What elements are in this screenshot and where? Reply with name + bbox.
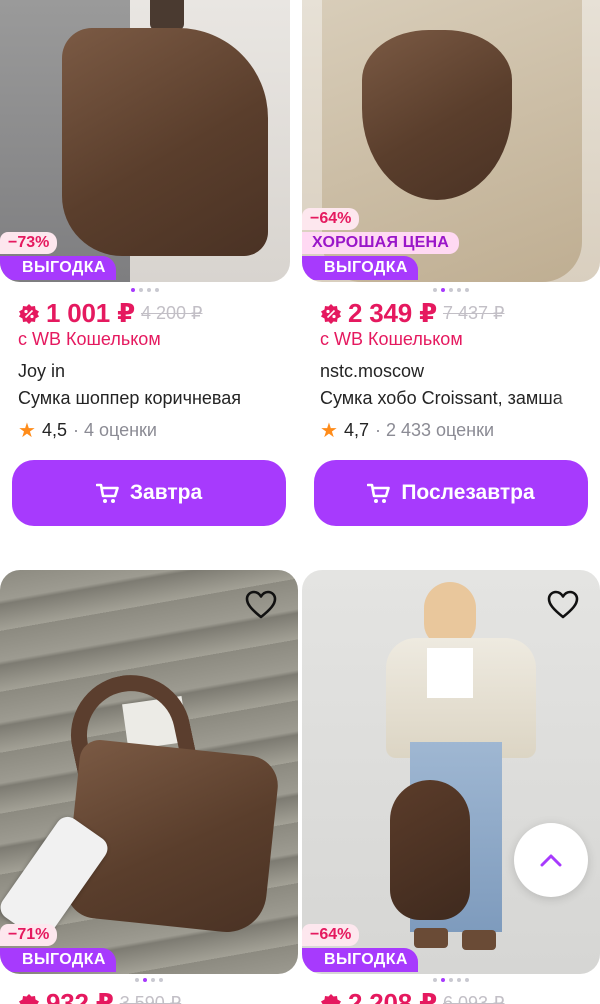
discount-badge: −71% bbox=[0, 924, 58, 946]
discount-badge: −73% bbox=[0, 232, 58, 254]
brand-name[interactable]: Joy in bbox=[18, 361, 65, 382]
price-row: 932 ₽ 3 590 ₽ bbox=[18, 988, 181, 1004]
star-icon: ★ bbox=[18, 420, 36, 442]
product-image[interactable]: −64% ВЫГОДКА bbox=[302, 570, 600, 974]
chevron-up-icon bbox=[540, 854, 562, 867]
promo-badge: ВЫГОДКА bbox=[0, 256, 116, 280]
cart-icon bbox=[367, 483, 391, 503]
current-price: 1 001 ₽ bbox=[46, 298, 135, 328]
product-title[interactable]: Сумка шоппер коричневая bbox=[18, 388, 283, 409]
badges: −64% ХОРОШАЯ ЦЕНА ВЫГОДКА bbox=[302, 208, 460, 280]
delivery-label: Завтра bbox=[129, 481, 203, 504]
rating: ★ 4,5 · 4 оценки bbox=[18, 418, 157, 443]
wallet-note: с WB Кошельком bbox=[320, 329, 463, 349]
product-image[interactable]: −71% ВЫГОДКА bbox=[0, 570, 298, 974]
image-pagination bbox=[433, 978, 469, 982]
delivery-label: Послезавтра bbox=[401, 481, 535, 504]
price-row: 1 001 ₽ 4 200 ₽ bbox=[18, 298, 202, 329]
product-card[interactable]: −73% ВЫГОДКА 1 001 ₽ 4 200 ₽ с WB Кошель… bbox=[0, 0, 290, 526]
rating-value: 4,5 bbox=[41, 420, 67, 440]
old-price: 4 200 ₽ bbox=[140, 303, 203, 323]
badges: −64% ВЫГОДКА bbox=[302, 924, 418, 972]
discount-badge: −64% bbox=[302, 208, 360, 230]
good-price-badge: ХОРОШАЯ ЦЕНА bbox=[302, 232, 460, 254]
old-price: 7 437 ₽ bbox=[442, 303, 505, 323]
current-price: 2 349 ₽ bbox=[348, 298, 437, 328]
brand-name[interactable]: nstc.moscow bbox=[320, 361, 424, 382]
wallet-discount-icon bbox=[19, 993, 39, 1004]
heart-icon bbox=[245, 590, 277, 619]
cart-icon bbox=[95, 483, 119, 503]
discount-badge: −64% bbox=[302, 924, 360, 946]
current-price: 2 208 ₽ bbox=[348, 988, 437, 1004]
image-pagination bbox=[131, 288, 159, 292]
review-count: · 4 оценки bbox=[72, 420, 157, 440]
badges: −73% ВЫГОДКА bbox=[0, 232, 116, 280]
badges: −71% ВЫГОДКА bbox=[0, 924, 116, 972]
wallet-discount-icon bbox=[321, 993, 341, 1004]
add-to-cart-button[interactable]: Завтра bbox=[12, 460, 286, 526]
old-price: 3 590 ₽ bbox=[119, 993, 182, 1004]
review-count: · 2 433 оценки bbox=[374, 420, 495, 440]
rating-value: 4,7 bbox=[343, 420, 369, 440]
product-card[interactable]: −71% ВЫГОДКА 932 ₽ 3 590 ₽ bbox=[0, 570, 298, 1004]
promo-badge: ВЫГОДКА bbox=[302, 256, 418, 280]
product-card[interactable]: −64% ХОРОШАЯ ЦЕНА ВЫГОДКА 2 349 ₽ 7 437 … bbox=[302, 0, 600, 526]
wallet-discount-icon bbox=[19, 303, 39, 324]
image-pagination bbox=[135, 978, 163, 982]
promo-badge: ВЫГОДКА bbox=[302, 948, 418, 972]
current-price: 932 ₽ bbox=[46, 988, 114, 1004]
wallet-note: с WB Кошельком bbox=[18, 329, 161, 349]
price-row: 2 349 ₽ 7 437 ₽ bbox=[320, 298, 504, 329]
heart-icon bbox=[547, 590, 579, 619]
rating: ★ 4,7 · 2 433 оценки bbox=[320, 418, 494, 443]
product-image[interactable]: −73% ВЫГОДКА bbox=[0, 0, 290, 282]
favorite-button[interactable] bbox=[244, 588, 278, 622]
promo-badge: ВЫГОДКА bbox=[0, 948, 116, 972]
image-pagination bbox=[433, 288, 469, 292]
scroll-to-top-button[interactable] bbox=[514, 823, 588, 897]
wallet-discount-icon bbox=[321, 303, 341, 324]
star-icon: ★ bbox=[320, 420, 338, 442]
favorite-button[interactable] bbox=[546, 588, 580, 622]
old-price: 6 093 ₽ bbox=[442, 993, 505, 1004]
price-row: 2 208 ₽ 6 093 ₽ bbox=[320, 988, 504, 1004]
product-title[interactable]: Сумка хобо Croissant, замша bbox=[320, 388, 585, 409]
add-to-cart-button[interactable]: Послезавтра bbox=[314, 460, 588, 526]
product-image[interactable]: −64% ХОРОШАЯ ЦЕНА ВЫГОДКА bbox=[302, 0, 600, 282]
product-card[interactable]: −64% ВЫГОДКА 2 208 ₽ 6 093 ₽ bbox=[302, 570, 600, 1004]
